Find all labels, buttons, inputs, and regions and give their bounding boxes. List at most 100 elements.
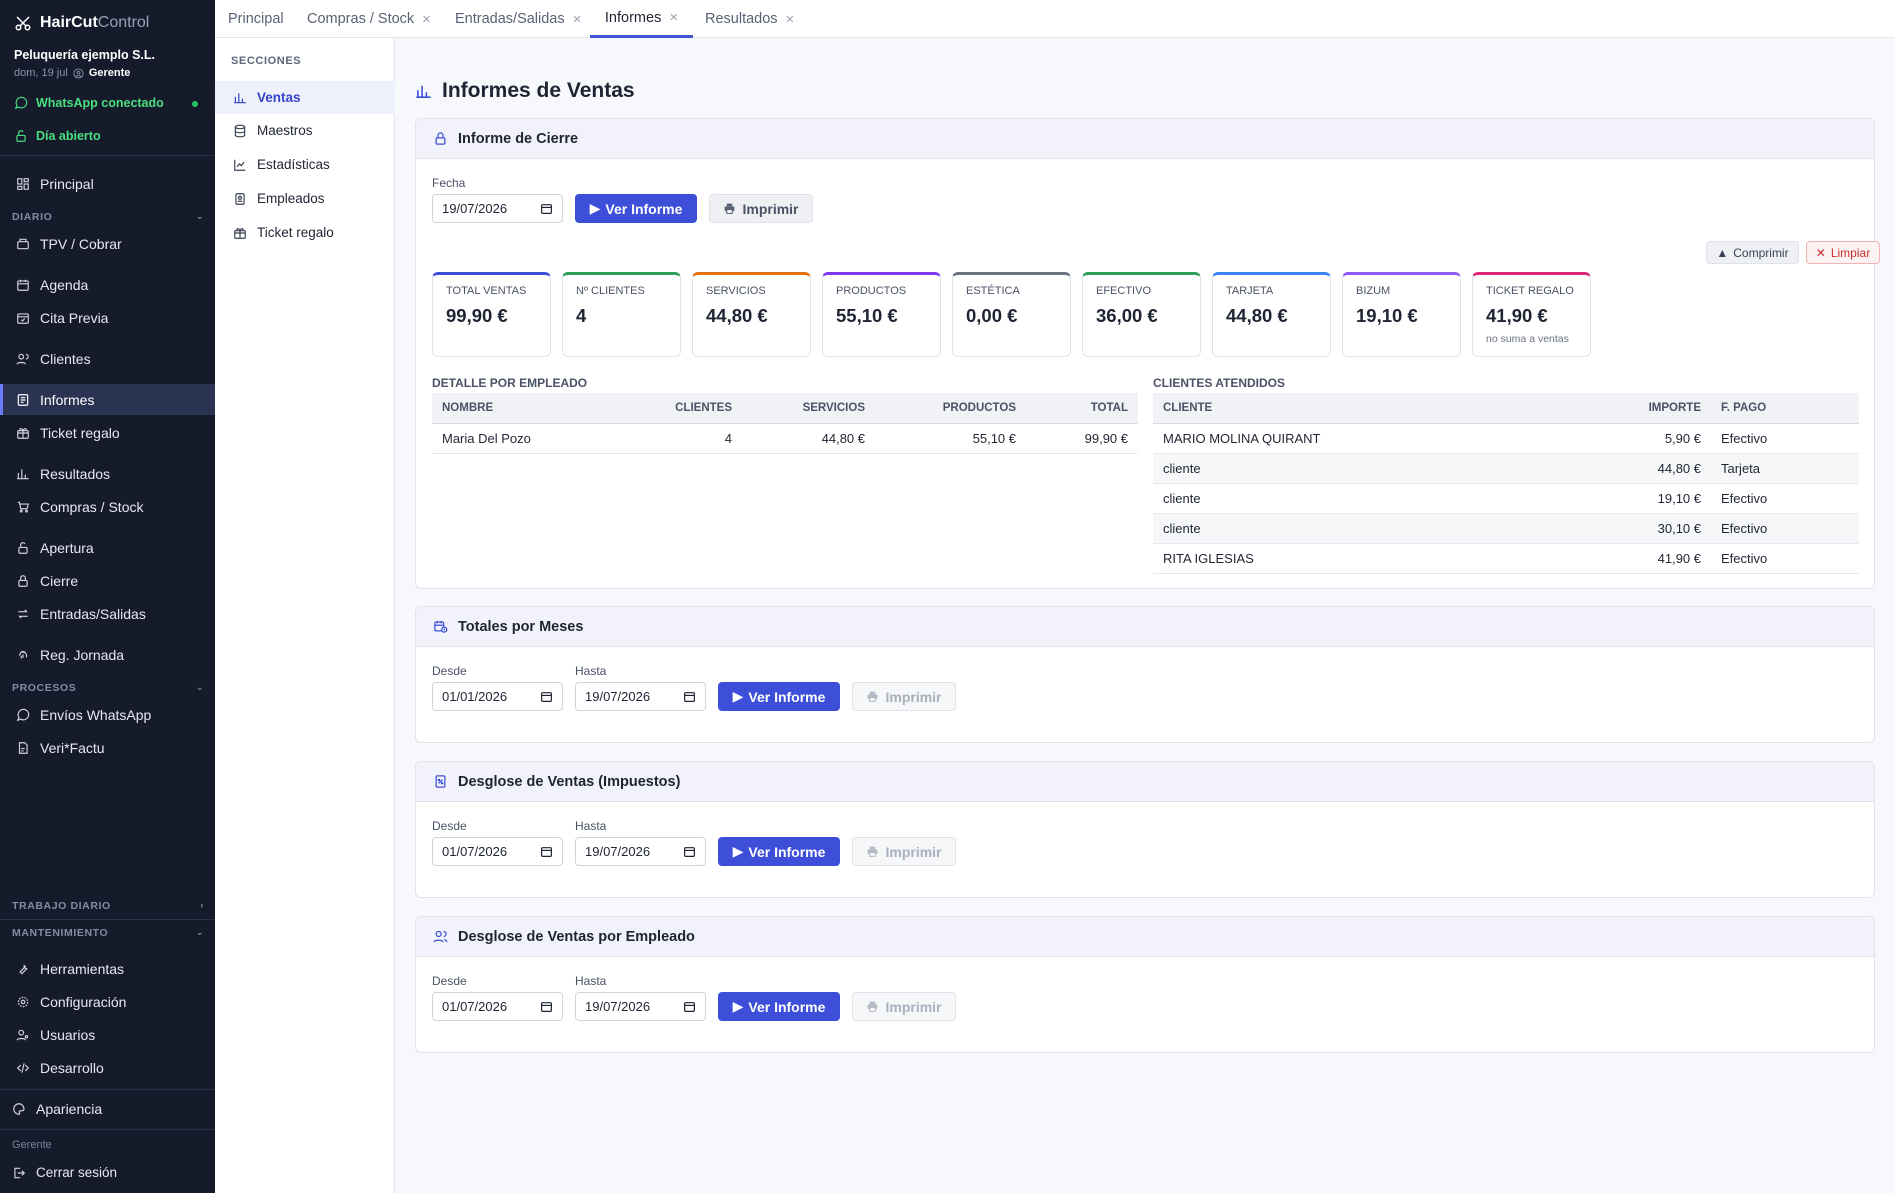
kpi-label: TOTAL VENTAS	[446, 285, 527, 297]
comprimir-button[interactable]: ▲ Comprimir	[1706, 241, 1799, 264]
cell-clientes: 4	[612, 423, 742, 454]
imprimir-button[interactable]: Imprimir	[852, 837, 956, 866]
cell-fpago: Efectivo	[1711, 483, 1859, 514]
users-cog-icon	[16, 1028, 30, 1042]
invoice-icon	[16, 741, 30, 755]
cell-cliente: cliente	[1153, 453, 1531, 484]
sidebar-item-entradas-salidas[interactable]: Entradas/Salidas	[0, 598, 215, 629]
desde-input[interactable]: 01/01/2026	[432, 682, 563, 711]
calendar-icon[interactable]	[683, 690, 696, 703]
sidebar-item-tpv[interactable]: TPV / Cobrar	[0, 228, 215, 259]
sidebar-item-label: Principal	[40, 175, 94, 192]
sidebar-item-desarrollo[interactable]: Desarrollo	[0, 1052, 215, 1083]
cell-cliente: cliente	[1153, 483, 1531, 514]
section-ticket-regalo[interactable]: Ticket regalo	[215, 216, 395, 249]
sidebar-item-principal[interactable]: Principal	[0, 168, 215, 199]
whatsapp-status[interactable]: WhatsApp conectado	[14, 96, 204, 110]
imprimir-button[interactable]: Imprimir	[852, 992, 956, 1021]
close-icon[interactable]: ×	[786, 11, 795, 28]
col-header: CLIENTE	[1153, 393, 1531, 424]
section-ventas[interactable]: Ventas	[215, 81, 395, 114]
kpi-card: BIZUM 19,10 €	[1342, 272, 1461, 357]
sidebar-item-apertura[interactable]: Apertura	[0, 532, 215, 563]
database-icon	[233, 124, 247, 138]
hasta-input[interactable]: 19/07/2026	[575, 837, 706, 866]
fecha-input[interactable]: 19/07/2026	[432, 194, 563, 223]
sidebar-item-compras[interactable]: Compras / Stock	[0, 491, 215, 522]
sidebar-item-herramientas[interactable]: Herramientas	[0, 953, 215, 984]
calendar-icon[interactable]	[683, 845, 696, 858]
tab-label: Informes	[604, 9, 662, 26]
sidebar-item-configuracion[interactable]: Configuración	[0, 986, 215, 1017]
ver-informe-button[interactable]: ▶ Ver Informe	[575, 194, 697, 223]
col-header: CLIENTES	[612, 393, 742, 424]
gear-icon	[16, 995, 30, 1009]
triangle-up-icon: ▲	[1716, 245, 1729, 260]
sidebar-item-reg-jornada[interactable]: Reg. Jornada	[0, 639, 215, 670]
kpi-card: EFECTIVO 36,00 €	[1082, 272, 1201, 357]
hasta-input[interactable]: 19/07/2026	[575, 992, 706, 1021]
hasta-input[interactable]: 19/07/2026	[575, 682, 706, 711]
tab-compras-stock[interactable]: Compras / Stock ×	[307, 0, 431, 38]
desde-input[interactable]: 01/07/2026	[432, 992, 563, 1021]
sidebar-item-resultados[interactable]: Resultados	[0, 458, 215, 489]
section-procesos[interactable]: PROCESOS ⌄	[12, 682, 204, 694]
sidebar-item-clientes[interactable]: Clientes	[0, 343, 215, 374]
sidebar-item-cierre[interactable]: Cierre	[0, 565, 215, 596]
company-name: Peluquería ejemplo S.L.	[14, 48, 156, 62]
imprimir-button[interactable]: Imprimir	[852, 682, 956, 711]
section-mantenimiento[interactable]: MANTENIMIENTO ⌄	[12, 927, 204, 939]
sidebar-item-informes[interactable]: Informes	[0, 384, 215, 415]
calendar-icon[interactable]	[683, 1000, 696, 1013]
calendar-icon[interactable]	[540, 1000, 553, 1013]
tab-entradas-salidas[interactable]: Entradas/Salidas ×	[455, 0, 581, 38]
calendar-icon[interactable]	[540, 690, 553, 703]
tab-informes[interactable]: Informes ×	[590, 0, 693, 38]
desde-input[interactable]: 01/07/2026	[432, 837, 563, 866]
calendar-icon[interactable]	[540, 845, 553, 858]
sidebar-item-cita-previa[interactable]: Cita Previa	[0, 302, 215, 333]
sidebar-item-ticket-regalo[interactable]: Ticket regalo	[0, 417, 215, 448]
app-brand[interactable]: HairCutControl	[14, 14, 149, 32]
section-empleados[interactable]: Empleados	[215, 182, 395, 215]
kpi-value: 19,10 €	[1356, 305, 1418, 326]
users-icon	[16, 352, 30, 366]
play-icon: ▶	[732, 998, 744, 1014]
sidebar-item-envios-whatsapp[interactable]: Envíos WhatsApp	[0, 699, 215, 730]
bar-chart-icon	[233, 91, 247, 105]
limpiar-button[interactable]: ✕ Limpiar	[1806, 241, 1880, 264]
day-status[interactable]: Día abierto	[14, 129, 101, 143]
badge-icon	[233, 192, 247, 206]
button-label: Ver Informe	[748, 843, 826, 860]
printer-icon	[866, 690, 879, 703]
button-label: Ver Informe	[748, 688, 826, 705]
sidebar-item-verifactu[interactable]: Veri*Factu	[0, 732, 215, 763]
section-estadisticas[interactable]: Estadísticas	[215, 148, 395, 181]
app-name-secondary: Control	[97, 14, 150, 31]
hasta-label: Hasta	[575, 819, 607, 833]
section-diario[interactable]: DIARIO ⌄	[12, 211, 204, 223]
date-value: 19/07/2026	[585, 844, 651, 859]
tab-resultados[interactable]: Resultados ×	[705, 0, 794, 38]
close-icon[interactable]: ×	[573, 11, 582, 28]
close-icon[interactable]: ×	[422, 11, 431, 28]
ver-informe-button[interactable]: ▶ Ver Informe	[718, 682, 840, 711]
logout-button[interactable]: Cerrar sesión	[0, 1157, 215, 1188]
table-row: MARIO MOLINA QUIRANT 5,90 € Efectivo	[1153, 423, 1859, 454]
card-header: Totales por Meses	[416, 607, 1874, 647]
collapse-icon: ⌄	[195, 211, 204, 221]
sidebar-item-apariencia[interactable]: Apariencia	[0, 1093, 215, 1124]
ver-informe-button[interactable]: ▶ Ver Informe	[718, 992, 840, 1021]
imprimir-button[interactable]: Imprimir	[709, 194, 813, 223]
sidebar-item-agenda[interactable]: Agenda	[0, 269, 215, 300]
sidebar-item-usuarios[interactable]: Usuarios	[0, 1019, 215, 1050]
calendar-icon[interactable]	[540, 202, 553, 215]
section-maestros[interactable]: Maestros	[215, 114, 395, 147]
whatsapp-icon	[16, 708, 30, 722]
section-trabajo-diario[interactable]: TRABAJO DIARIO ›	[12, 900, 204, 912]
ver-informe-button[interactable]: ▶ Ver Informe	[718, 837, 840, 866]
kpi-card: TOTAL VENTAS 99,90 €	[432, 272, 551, 357]
play-icon: ▶	[732, 843, 744, 859]
close-icon[interactable]: ×	[669, 9, 678, 26]
tab-principal[interactable]: Principal	[228, 0, 284, 38]
